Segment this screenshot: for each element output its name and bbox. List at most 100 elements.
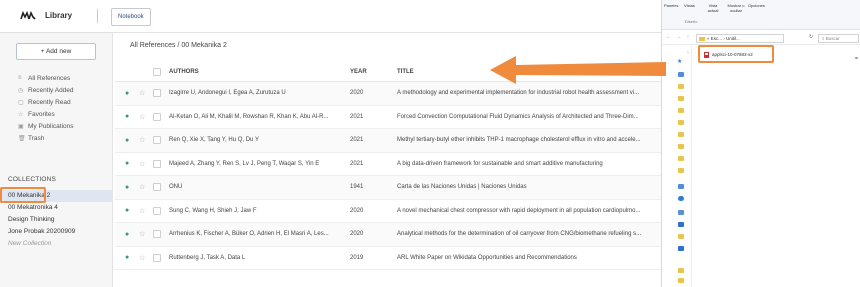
- row-authors: ONU: [169, 184, 183, 191]
- collection-item-mekatronika-4[interactable]: 00 Mekatronika 4: [0, 202, 112, 214]
- row-year: 2020: [350, 90, 364, 97]
- scroll-right-icon[interactable]: =: [855, 56, 858, 62]
- table-row[interactable]: ● ☆ ONU 1941 Carta de las Naciones Unida…: [115, 176, 688, 200]
- quick-access-star-icon[interactable]: ★: [677, 58, 683, 65]
- nav-arrows-icon[interactable]: ← → ↑: [666, 34, 691, 40]
- favorite-star-icon[interactable]: ☆: [139, 223, 147, 246]
- row-checkbox[interactable]: [153, 223, 162, 246]
- favorite-star-icon[interactable]: ☆: [139, 247, 147, 270]
- row-authors: Sung C, Wang H, Shieh J, Jaw F: [169, 207, 257, 214]
- favorite-star-icon[interactable]: ☆: [139, 200, 147, 223]
- folder-icon[interactable]: [678, 120, 684, 125]
- row-checkbox[interactable]: [153, 176, 162, 199]
- address-text: « Esc... › Unitil...: [707, 36, 740, 41]
- row-title: Forced Convection Computational Fluid Dy…: [397, 113, 639, 120]
- table-row[interactable]: ● ☆ Majeed A, Zhang Y, Ren S, Lv J, Peng…: [115, 153, 688, 176]
- new-collection-link[interactable]: New Collection: [0, 238, 112, 250]
- sidebar-item-all-references[interactable]: ≡ All References: [18, 72, 74, 84]
- sidebar-item-recently-added[interactable]: ◷ Recently Added: [18, 84, 74, 96]
- mendeley-logo-icon: [20, 11, 36, 20]
- this-pc-icon[interactable]: [678, 210, 684, 215]
- add-new-button[interactable]: + Add new: [16, 43, 96, 60]
- row-authors: Majeed A, Zhang Y, Ren S, Lv J, Peng T, …: [169, 160, 320, 167]
- column-header-authors[interactable]: AUTHORS: [169, 62, 346, 81]
- sidebar-item-label: My Publications: [28, 122, 74, 130]
- collection-highlight-box: [0, 187, 46, 203]
- favorite-star-icon[interactable]: ☆: [139, 153, 147, 176]
- sidebar-item-favorites[interactable]: ☆ Favorites: [18, 108, 74, 120]
- sidebar-item-trash[interactable]: 🗑 Trash: [18, 132, 74, 144]
- row-checkbox[interactable]: [153, 247, 162, 270]
- explorer-ribbon: Paneles Vistas Vista actual Mostrar u oc…: [662, 0, 860, 30]
- row-year: 2021: [350, 113, 364, 120]
- sidebar-item-recently-read[interactable]: ▢ Recently Read: [18, 96, 74, 108]
- row-checkbox[interactable]: [153, 129, 162, 152]
- file-highlight-box: [698, 45, 774, 63]
- favorite-star-icon[interactable]: ☆: [139, 176, 147, 199]
- ribbon-group-label: Diseño: [685, 19, 698, 24]
- row-year: 2019: [350, 254, 364, 261]
- folder-icon[interactable]: [678, 132, 684, 137]
- folder-icon[interactable]: [678, 278, 684, 283]
- sidebar-item-label: Recently Added: [28, 86, 74, 94]
- folder-icon[interactable]: [678, 156, 684, 161]
- table-row[interactable]: ● ☆ Sung C, Wang H, Shieh J, Jaw F 2020 …: [115, 200, 688, 223]
- select-all-checkbox[interactable]: [153, 62, 162, 81]
- collection-item-jone-probak[interactable]: Jone Probak 20200909: [0, 226, 112, 238]
- read-status-dot-icon: ●: [125, 183, 130, 191]
- sidebar-item-label: Recently Read: [28, 98, 71, 106]
- notebook-button[interactable]: Notebook: [111, 8, 151, 26]
- publication-icon: ▣: [18, 123, 24, 130]
- onedrive-icon[interactable]: [678, 196, 684, 201]
- library-icon[interactable]: [678, 72, 684, 77]
- read-status-dot-icon: ●: [125, 160, 130, 168]
- table-row[interactable]: ● ☆ Al-Ketan O, Ali M, Khalil M, Rowshan…: [115, 106, 688, 129]
- ribbon-current-view-button[interactable]: Vista actual: [704, 3, 722, 13]
- row-checkbox[interactable]: [153, 82, 162, 105]
- folder-icon[interactable]: [678, 108, 684, 113]
- folder-icon[interactable]: [678, 268, 684, 273]
- downloads-icon[interactable]: [678, 222, 684, 227]
- breadcrumb: All References / 00 Mekanika 2: [130, 42, 227, 49]
- row-checkbox[interactable]: [153, 200, 162, 223]
- folder-icon[interactable]: [678, 234, 684, 239]
- drag-arrow-icon: [490, 56, 666, 84]
- ribbon-options-button[interactable]: Opciones: [748, 3, 765, 8]
- explorer-address-bar: ← → ↑ « Esc... › Unitil... ↻ ⌕ Buscar: [662, 31, 860, 45]
- row-authors: Arrhenius K, Fischer A, Büker O, Adrien …: [169, 231, 329, 238]
- ribbon-views-button[interactable]: Vistas: [684, 3, 695, 8]
- row-authors: Izagirre U, Andonegui I, Egea A, Zurutuz…: [169, 90, 286, 97]
- library-icon[interactable]: [678, 184, 684, 189]
- folder-icon[interactable]: [678, 144, 684, 149]
- folder-icon[interactable]: [678, 96, 684, 101]
- network-icon[interactable]: [678, 246, 684, 251]
- row-checkbox[interactable]: [153, 153, 162, 176]
- favorite-star-icon[interactable]: ☆: [139, 106, 147, 129]
- collection-item-design-thinking[interactable]: Design Thinking: [0, 214, 112, 226]
- sidebar: + Add new ≡ All References ◷ Recently Ad…: [0, 33, 113, 287]
- row-year: 2020: [350, 231, 364, 238]
- references-table: AUTHORS YEAR TITLE ● ☆ Izagirre U, Andon…: [115, 62, 688, 270]
- sidebar-item-my-publications[interactable]: ▣ My Publications: [18, 120, 74, 132]
- ribbon-show-hide-button[interactable]: Mostrar u ocultar: [724, 3, 748, 13]
- read-status-dot-icon: ●: [125, 207, 130, 215]
- table-row[interactable]: ● ☆ Arrhenius K, Fischer A, Büker O, Adr…: [115, 223, 688, 247]
- favorite-star-icon[interactable]: ☆: [139, 129, 147, 152]
- read-status-dot-icon: ●: [125, 254, 130, 262]
- explorer-search-input[interactable]: ⌕ Buscar: [818, 34, 859, 43]
- row-title: ARL White Paper on Wikidata Opportunitie…: [397, 254, 577, 261]
- address-path[interactable]: « Esc... › Unitil...: [696, 34, 784, 43]
- table-row[interactable]: ● ☆ Ren Q, Xie X, Tang Y, Hu Q, Du Y 202…: [115, 129, 688, 153]
- row-checkbox[interactable]: [153, 106, 162, 129]
- file-explorer-window: Paneles Vistas Vista actual Mostrar u oc…: [661, 0, 860, 287]
- row-year: 2021: [350, 137, 364, 144]
- read-status-dot-icon: ●: [125, 230, 130, 238]
- refresh-icon[interactable]: ↻: [809, 34, 813, 40]
- ribbon-panes-button[interactable]: Paneles: [664, 3, 678, 8]
- column-header-year[interactable]: YEAR: [350, 62, 374, 81]
- chevron-up-icon[interactable]: ^: [687, 50, 689, 55]
- folder-icon[interactable]: [678, 84, 684, 89]
- folder-icon[interactable]: [678, 168, 684, 173]
- favorite-star-icon[interactable]: ☆: [139, 82, 147, 105]
- table-row[interactable]: ● ☆ Ruttenberg J, Task A, Data L 2019 AR…: [115, 247, 688, 270]
